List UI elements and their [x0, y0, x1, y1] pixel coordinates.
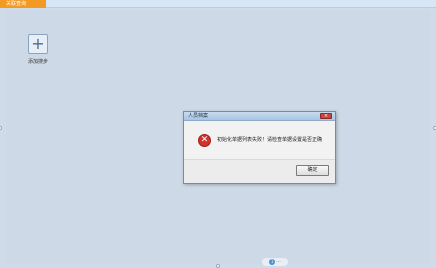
plus-icon: +	[31, 34, 45, 53]
dialog-title: 人员档案	[188, 113, 209, 119]
add-step-label: 添加搜步	[27, 59, 48, 65]
ok-button[interactable]: 确定	[296, 165, 329, 176]
dialog-footer: 确定	[184, 159, 335, 183]
tab-active[interactable]: 关联查询	[0, 0, 46, 8]
error-dialog: 人员档案 × ✕ 初始化单据列表失败！请检查单据设置是否正确 确定	[183, 111, 336, 184]
watermark-badge: 1 ···	[262, 258, 288, 266]
add-step-button[interactable]: +	[28, 34, 48, 54]
watermark-text: ···	[276, 259, 281, 265]
watermark-number: 1	[269, 258, 276, 265]
left-resize-handle[interactable]	[0, 126, 2, 130]
dialog-titlebar: 人员档案 ×	[184, 112, 335, 121]
error-icon: ✕	[198, 134, 211, 147]
bottom-resize-handle[interactable]	[216, 264, 220, 268]
error-message: 初始化单据列表失败！请检查单据设置是否正确	[217, 137, 323, 143]
top-bar: 关联查询	[0, 0, 436, 8]
close-icon[interactable]: ×	[320, 113, 332, 119]
